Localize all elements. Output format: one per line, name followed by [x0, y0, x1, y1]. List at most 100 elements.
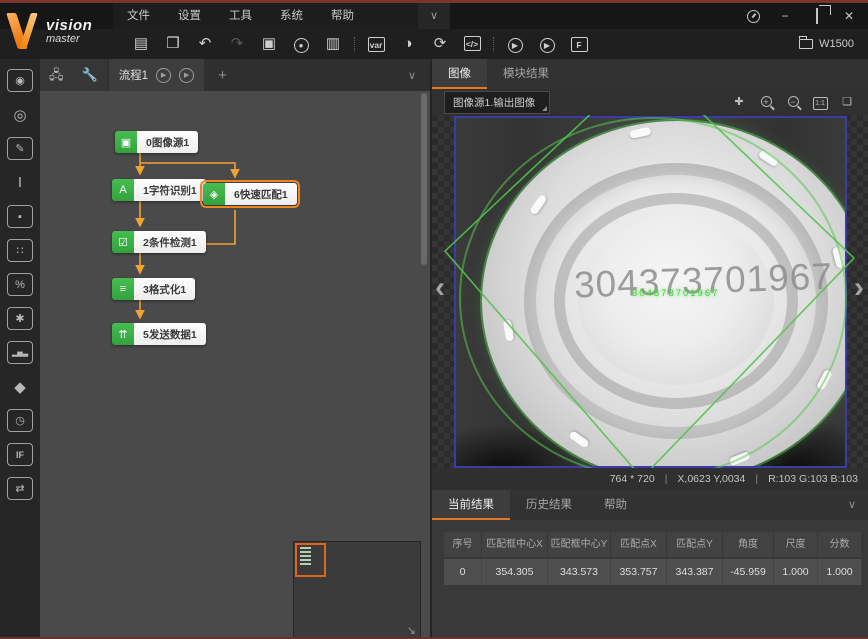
main-toolbar: ▤ ❒ ↶ ↷ ▣ ● ▥ var ◑ ⟳ </> ▶ ▶ F W1500	[0, 29, 868, 59]
timer-tool-icon[interactable]: ◷	[7, 409, 33, 432]
tab-current-result[interactable]: 当前结果	[432, 490, 510, 520]
col-match-point-y: 匹配点Y	[667, 532, 723, 557]
node-format[interactable]: ≡ 3格式化1	[112, 278, 195, 300]
minimap-resize-icon[interactable]: ↘	[407, 624, 416, 637]
image-viewport[interactable]: 304373701967 304373701967 ‹ ›	[432, 115, 868, 468]
open-folder-button[interactable]: ❒	[160, 33, 186, 55]
prev-image-arrow[interactable]: ‹	[435, 273, 445, 303]
logo-text-vision: vision	[46, 18, 92, 33]
image-edit-tool-icon[interactable]: ✎	[7, 137, 33, 160]
restore-button[interactable]	[804, 6, 830, 26]
code-icon: </>	[464, 36, 481, 51]
flow-run-once-icon[interactable]: ▶	[156, 68, 171, 83]
node-image-source[interactable]: ▣ 0图像源1	[115, 131, 198, 153]
focus-region-tool-icon[interactable]: ▪	[7, 205, 33, 228]
save-button[interactable]: ▤	[128, 33, 154, 55]
workspace-selector[interactable]: W1500	[799, 38, 854, 50]
target-locate-tool-icon[interactable]: ◎	[7, 103, 33, 126]
text-recognition-tool-icon[interactable]: I	[7, 171, 33, 194]
node-label: 0图像源1	[137, 131, 198, 153]
flow-canvas[interactable]: ▣ 0图像源1 A 1字符识别1 ◈ 6快速匹配1 ☑ 2条件检测1 ≡ 3格式…	[40, 91, 430, 639]
camera-button[interactable]: ●	[288, 33, 314, 55]
snapshot-button[interactable]: ▣	[256, 33, 282, 55]
flow-header: 🖧 🔧 流程1 ▶ ▶ + ∨	[40, 59, 430, 91]
app-logo: vision master	[10, 7, 110, 55]
format-f-icon: F	[571, 37, 588, 52]
node-label: 3格式化1	[134, 278, 195, 300]
fast-match-node-icon: ◈	[203, 183, 225, 205]
var-icon: var	[368, 37, 385, 52]
node-fast-match[interactable]: ◈ 6快速匹配1	[203, 183, 297, 205]
tab-module-result[interactable]: 模块结果	[487, 59, 565, 89]
menu-tools[interactable]: 工具	[215, 3, 266, 29]
global-trigger-button[interactable]: ⟳	[427, 33, 453, 55]
image-toolbar: 图像源1.输出图像 ✚ + − 1:1 ❏	[432, 89, 868, 115]
redo-button[interactable]: ↷	[224, 33, 250, 55]
node-condition-check[interactable]: ☑ 2条件检测1	[112, 231, 206, 253]
image-settings-tool-icon[interactable]: ✱	[7, 307, 33, 330]
flow-settings-wrench-icon[interactable]: 🔧	[73, 59, 107, 91]
module-list-button[interactable]: ▥	[320, 33, 346, 55]
window-controls: − ✕	[741, 3, 862, 29]
score-tool-icon[interactable]: %	[7, 273, 33, 296]
node-label: 2条件检测1	[134, 231, 206, 253]
format-button[interactable]: F	[566, 33, 592, 55]
run-continuous-button[interactable]: ▶	[534, 33, 560, 55]
variable-manager-button[interactable]: var	[363, 33, 389, 55]
col-match-box-center-x: 匹配框中心X	[482, 532, 548, 557]
camera-icon: ●	[294, 38, 309, 53]
node-char-recognition[interactable]: A 1字符识别1	[112, 179, 206, 201]
col-match-point-x: 匹配点X	[611, 532, 667, 557]
menu-help[interactable]: 帮助	[317, 3, 368, 29]
color-fill-tool-icon[interactable]: ◆	[7, 375, 33, 398]
histogram-tool-icon[interactable]: ▂▅▃	[7, 341, 33, 364]
node-label: 5发送数据1	[134, 323, 206, 345]
image-source-selector[interactable]: 图像源1.输出图像	[444, 91, 550, 114]
calibration-tool-icon[interactable]: ∷	[7, 239, 33, 262]
add-flow-button[interactable]: +	[204, 67, 241, 84]
flow-scrollbar[interactable]	[421, 93, 427, 265]
menu-system[interactable]: 系统	[266, 3, 317, 29]
minimap-viewport[interactable]	[295, 543, 326, 577]
menu-settings[interactable]: 设置	[164, 3, 215, 29]
flow-list-icon[interactable]: 🖧	[40, 59, 73, 91]
zoom-out-icon[interactable]: −	[784, 94, 802, 110]
tab-history-result[interactable]: 历史结果	[510, 490, 588, 520]
flow-tab[interactable]: 流程1 ▶ ▶	[109, 59, 204, 91]
table-row[interactable]: 0 354.305 343.573 353.757 343.387 -45.95…	[444, 557, 858, 585]
col-match-box-center-y: 匹配框中心Y	[548, 532, 611, 557]
flow-run-loop-icon[interactable]: ▶	[179, 68, 194, 83]
image-adjust-button[interactable]: ◑	[395, 33, 421, 55]
minimize-button[interactable]: −	[772, 6, 798, 26]
result-tabs: 当前结果 历史结果 帮助 ∨	[432, 490, 868, 520]
result-panel: 图像 模块结果 图像源1.输出图像 ✚ + − 1:1 ❏	[430, 59, 868, 639]
tab-image[interactable]: 图像	[432, 59, 487, 89]
results-collapse-chevron-icon[interactable]: ∨	[836, 490, 868, 520]
toolbar-separator	[493, 37, 494, 51]
script-button[interactable]: </>	[459, 33, 485, 55]
format-node-icon: ≡	[112, 278, 134, 300]
image-tabs: 图像 模块结果	[432, 59, 868, 89]
menu-file[interactable]: 文件	[113, 3, 164, 29]
zoom-in-icon[interactable]: +	[757, 94, 775, 110]
camera-tool-icon[interactable]: ◉	[7, 69, 33, 92]
pan-icon[interactable]: ✚	[730, 94, 748, 110]
if-logic-tool-icon[interactable]: IF	[7, 443, 33, 466]
performance-gauge-icon[interactable]	[747, 10, 760, 23]
node-send-data[interactable]: ⇈ 5发送数据1	[112, 323, 206, 345]
tab-help[interactable]: 帮助	[588, 490, 643, 520]
run-once-button[interactable]: ▶	[502, 33, 528, 55]
flow-panel: 🖧 🔧 流程1 ▶ ▶ + ∨	[40, 59, 430, 639]
data-transfer-tool-icon[interactable]: ⇄	[7, 477, 33, 500]
workspace-name: W1500	[819, 38, 854, 50]
flow-minimap[interactable]: ↘	[293, 541, 421, 639]
next-image-arrow[interactable]: ›	[854, 273, 864, 303]
undo-button[interactable]: ↶	[192, 33, 218, 55]
one-to-one-icon[interactable]: 1:1	[811, 94, 829, 110]
send-data-node-icon: ⇈	[112, 323, 134, 345]
menubar-collapse-chevron-icon[interactable]: ∨	[418, 3, 450, 29]
flow-header-chevron-icon[interactable]: ∨	[408, 69, 430, 82]
fit-screen-icon[interactable]: ❏	[838, 94, 856, 110]
col-scale: 尺度	[774, 532, 818, 557]
close-button[interactable]: ✕	[836, 6, 862, 26]
